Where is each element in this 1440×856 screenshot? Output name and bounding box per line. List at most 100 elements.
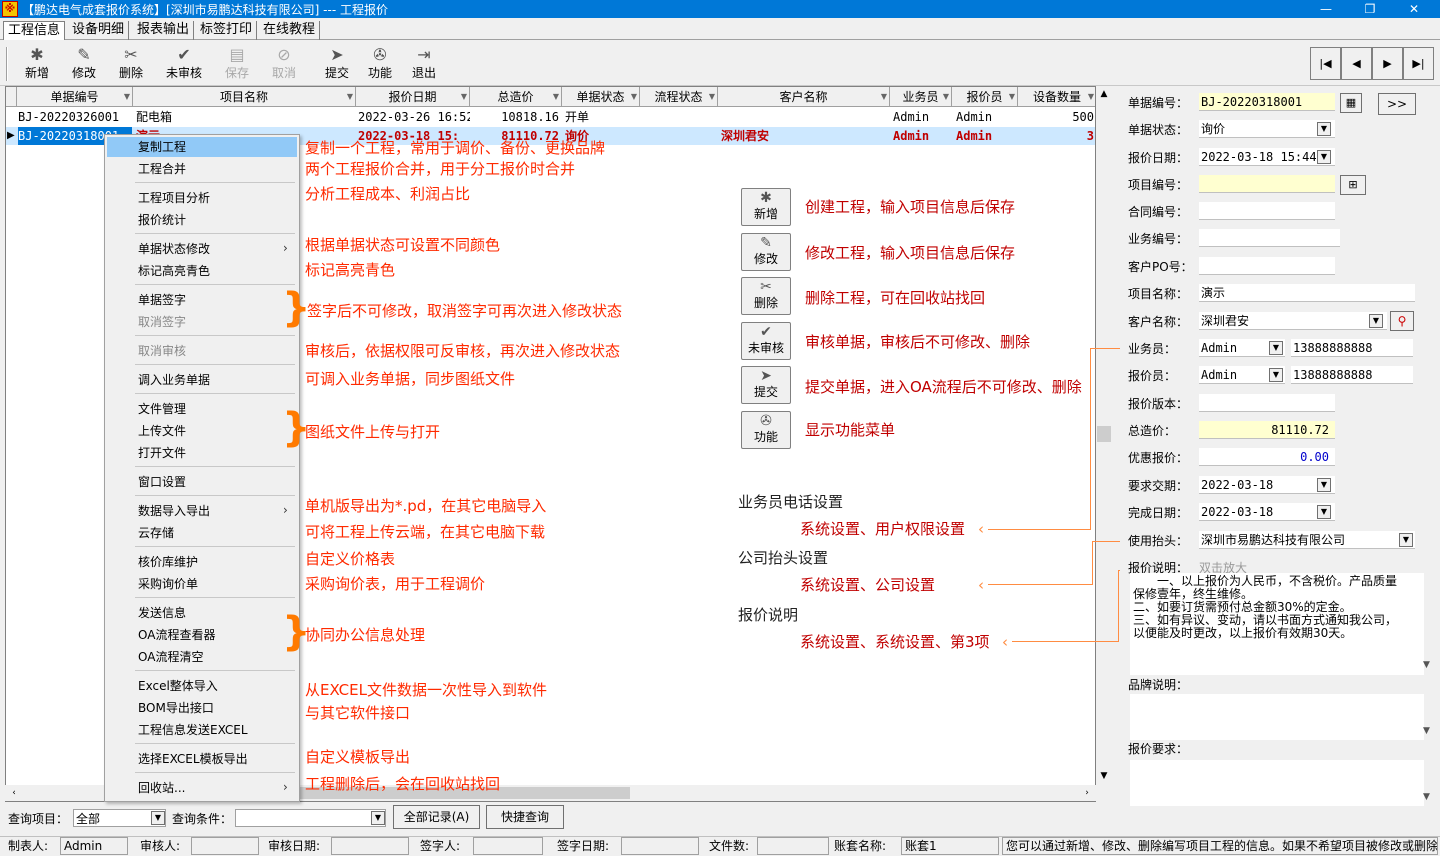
tree-icon[interactable]: ⊞ — [1340, 175, 1366, 195]
col-doc-no[interactable]: 单据编号 ▼ — [17, 87, 133, 107]
menu-upload-file[interactable]: 上传文件 — [138, 423, 186, 439]
edit-button[interactable]: ✎ 修改 — [61, 45, 107, 85]
new-button[interactable]: ✱ 新增 — [14, 45, 60, 85]
menu-purchase-inquiry[interactable]: 采购询价单 — [138, 576, 198, 592]
quoter-phone-field[interactable]: 13888888888 — [1291, 366, 1413, 384]
delete-button[interactable]: ✂ 删除 — [108, 45, 154, 85]
date-field[interactable]: 2022-03-18 15:44 — [1199, 148, 1335, 166]
project-no-field[interactable] — [1199, 175, 1335, 193]
business-no-field[interactable] — [1199, 229, 1340, 247]
status-select[interactable]: 询价 — [1199, 120, 1335, 138]
submit-button[interactable]: ➤ 提交 — [314, 45, 360, 85]
scroll-left-icon[interactable]: ‹ — [7, 785, 21, 801]
function-button[interactable]: ✇ 功能 — [357, 45, 403, 85]
contract-no-field[interactable] — [1199, 202, 1335, 220]
col-quote-date[interactable]: 报价日期 ▼ — [356, 87, 470, 107]
col-customer[interactable]: 客户名称 ▼ — [718, 87, 890, 107]
menu-online-tutorial[interactable]: 在线教程 — [259, 21, 321, 40]
legend-audit-button[interactable]: ✔ 未审核 — [741, 322, 791, 360]
menu-unaudit[interactable]: 取消审核 — [138, 343, 186, 359]
chevron-down-icon[interactable]: ▼ — [1269, 341, 1283, 355]
col-total[interactable]: 总造价 ▼ — [470, 87, 562, 107]
menu-merge-project[interactable]: 工程合并 — [138, 161, 186, 177]
legend-new-button[interactable]: ✱ 新增 — [741, 188, 791, 226]
requirement-memo[interactable] — [1130, 760, 1424, 806]
menu-quote-stats[interactable]: 报价统计 — [138, 212, 186, 228]
menu-bom-export[interactable]: BOM导出接口 — [138, 700, 214, 716]
menu-price-library[interactable]: 核价库维护 — [138, 554, 198, 570]
memo-scroll-icon[interactable]: ▼ — [1423, 726, 1430, 736]
quick-query-button[interactable]: 快捷查询 — [486, 805, 564, 829]
brand-note-memo[interactable] — [1130, 694, 1424, 740]
prev-record-button[interactable]: ◀ — [1341, 47, 1372, 80]
menu-project-info[interactable]: 工程信息 — [3, 21, 66, 40]
exit-button[interactable]: ⇥ 退出 — [401, 45, 447, 85]
chevron-down-icon[interactable]: ▼ — [1317, 122, 1331, 136]
version-field[interactable] — [1199, 394, 1335, 412]
col-equip-qty[interactable]: 设备数量 ▼ — [1018, 87, 1095, 107]
first-record-button[interactable]: |◀ — [1310, 47, 1341, 80]
col-quoter[interactable]: 报价员 ▼ — [952, 87, 1018, 107]
save-button[interactable]: ▤ 保存 — [214, 45, 260, 85]
customer-name-select[interactable]: 深圳君安 — [1199, 312, 1387, 330]
menu-cloud-storage[interactable]: 云存储 — [138, 525, 174, 541]
minimize-button[interactable]: — — [1306, 0, 1346, 18]
menu-recycle-bin[interactable]: 回收站... — [138, 780, 185, 796]
scrollbar-thumb[interactable] — [1097, 426, 1111, 442]
col-salesman[interactable]: 业务员 ▼ — [890, 87, 952, 107]
menu-copy-project[interactable]: 复制工程 — [138, 139, 186, 155]
memo-scroll-icon[interactable]: ▼ — [1423, 792, 1430, 802]
legend-function-button[interactable]: ✇ 功能 — [741, 411, 791, 449]
search-icon[interactable]: ⚲ — [1390, 311, 1414, 331]
pick-doc-icon[interactable]: ▦ — [1340, 93, 1362, 113]
menu-status-edit[interactable]: 单据状态修改 — [138, 241, 210, 257]
chevron-down-icon[interactable]: ▼ — [1317, 150, 1331, 164]
grid-vertical-scrollbar[interactable]: ▲ ▼ — [1096, 86, 1112, 788]
customer-po-field[interactable] — [1199, 257, 1335, 275]
menu-excel-template-export[interactable]: 选择EXCEL模板导出 — [138, 751, 248, 767]
menu-oa-viewer[interactable]: OA流程查看器 — [138, 627, 215, 643]
col-project-name[interactable]: 项目名称 ▼ — [133, 87, 356, 107]
doc-no-field[interactable]: BJ-20220318001 — [1199, 93, 1335, 111]
menu-import-business[interactable]: 调入业务单据 — [138, 372, 210, 388]
next-record-button[interactable]: ▶ — [1372, 47, 1403, 80]
scroll-right-icon[interactable]: › — [1080, 785, 1094, 801]
legend-edit-button[interactable]: ✎ 修改 — [741, 233, 791, 271]
menu-open-file[interactable]: 打开文件 — [138, 445, 186, 461]
col-doc-status[interactable]: 单据状态 ▼ — [562, 87, 640, 107]
all-records-button[interactable]: 全部记录(A) — [393, 805, 480, 829]
last-record-button[interactable]: ▶| — [1403, 47, 1434, 80]
audit-button[interactable]: ✔ 未审核 — [161, 45, 207, 85]
close-button[interactable]: ✕ — [1394, 0, 1434, 18]
total-field[interactable]: 81110.72 — [1199, 421, 1335, 439]
cancel-button[interactable]: ⊘ 取消 — [261, 45, 307, 85]
chevron-down-icon[interactable]: ▼ — [151, 811, 165, 825]
menu-equipment-detail[interactable]: 设备明细 — [68, 21, 130, 40]
chevron-down-icon[interactable]: ▼ — [1269, 368, 1283, 382]
maximize-button[interactable]: ❐ — [1350, 0, 1390, 18]
legend-delete-button[interactable]: ✂ 删除 — [741, 277, 791, 315]
finish-date-field[interactable]: 2022-03-18 — [1199, 503, 1335, 521]
chevron-down-icon[interactable]: ▼ — [371, 811, 385, 825]
menu-file-manage[interactable]: 文件管理 — [138, 401, 186, 417]
col-flow-status[interactable]: 流程状态 ▼ — [640, 87, 718, 107]
menu-send-excel[interactable]: 工程信息发送EXCEL — [138, 722, 248, 738]
menu-send-message[interactable]: 发送信息 — [138, 605, 186, 621]
chevron-down-icon[interactable]: ▼ — [1317, 505, 1331, 519]
chevron-down-icon[interactable]: ▼ — [1317, 478, 1331, 492]
menu-unsign[interactable]: 取消签字 — [138, 314, 186, 330]
menu-window-settings[interactable]: 窗口设置 — [138, 474, 186, 490]
menu-report-output[interactable]: 报表输出 — [133, 21, 195, 40]
note-memo[interactable]: 一、以上报价为人民币，不含税价。产品质量 保修壹年，终生维修。 二、如要订货需预… — [1130, 573, 1424, 675]
menu-label-print[interactable]: 标签打印 — [196, 21, 258, 40]
scroll-down-icon[interactable]: ▼ — [1096, 768, 1112, 784]
menu-oa-clear[interactable]: OA流程清空 — [138, 649, 203, 665]
menu-data-import-export[interactable]: 数据导入导出 — [138, 503, 210, 519]
menu-excel-import[interactable]: Excel整体导入 — [138, 678, 218, 694]
project-name-field[interactable]: 演示 — [1199, 284, 1415, 302]
menu-project-analysis[interactable]: 工程项目分析 — [138, 190, 210, 206]
memo-scroll-icon[interactable]: ▼ — [1423, 660, 1430, 670]
header-select[interactable]: 深圳市易鹏达科技有限公司 — [1199, 531, 1415, 549]
salesman-phone-field[interactable]: 13888888888 — [1291, 339, 1413, 357]
legend-submit-button[interactable]: ➤ 提交 — [741, 366, 791, 404]
